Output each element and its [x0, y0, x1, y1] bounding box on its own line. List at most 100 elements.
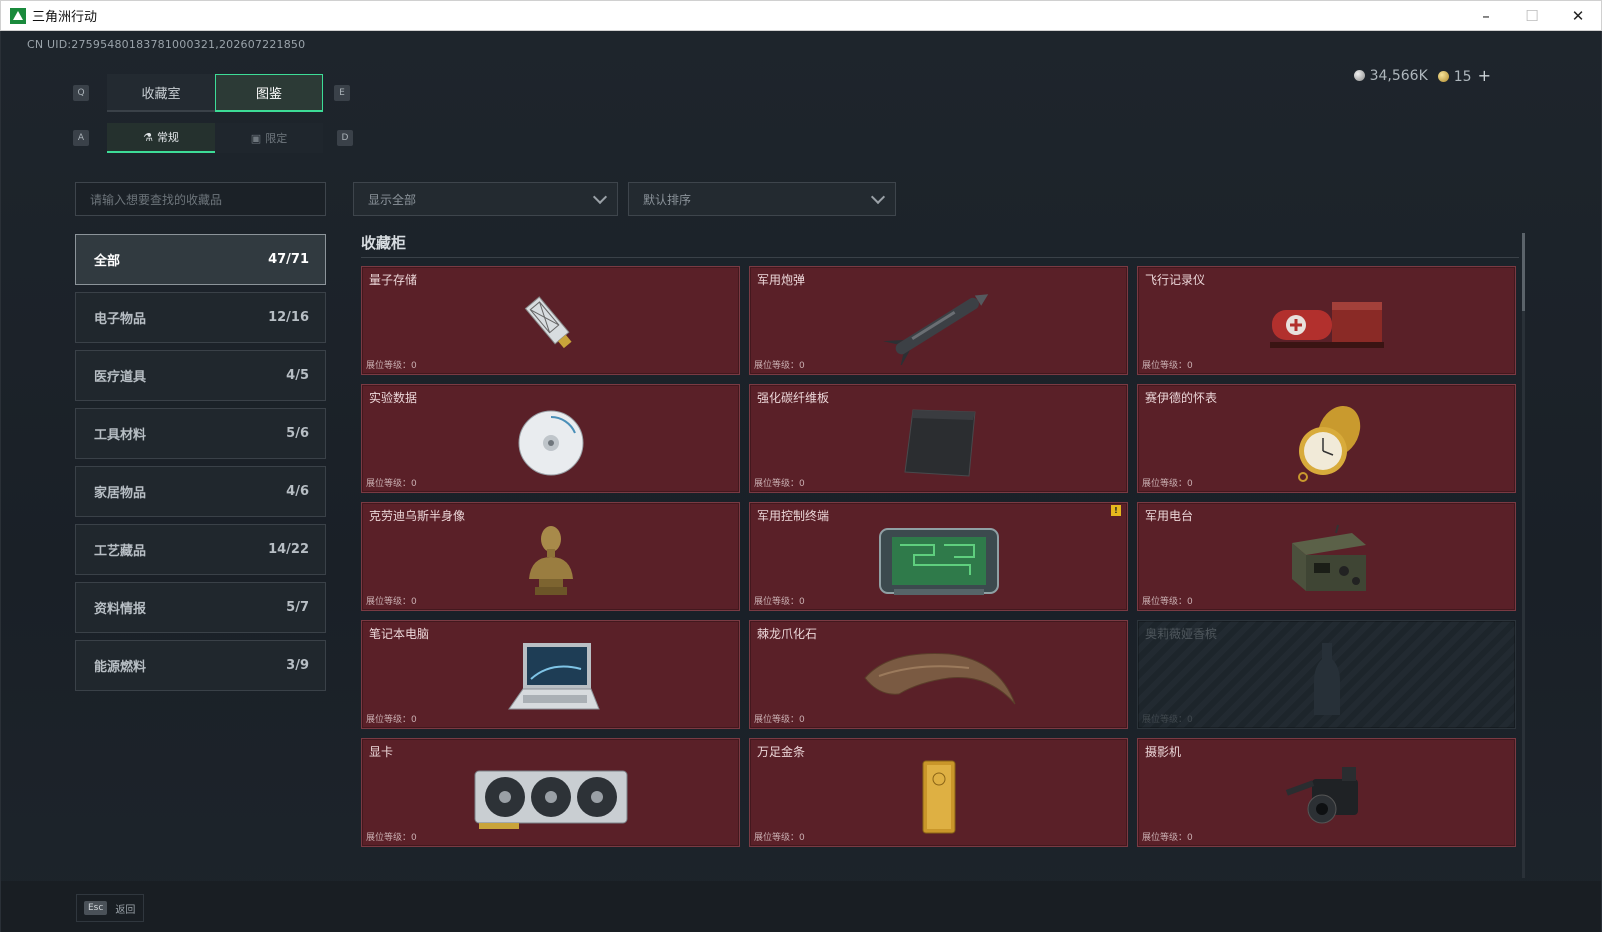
- window-titlebar: 三角洲行动 – ☐ ✕: [0, 0, 1602, 31]
- chevron-down-icon: [592, 189, 608, 204]
- card-level: 展位等级：0: [366, 597, 417, 607]
- category-medical[interactable]: 医疗道具 4/5: [75, 350, 326, 401]
- category-intel[interactable]: 资料情报 5/7: [75, 582, 326, 633]
- collection-card[interactable]: 军用炮弹 展位等级：0: [749, 266, 1128, 375]
- image-icon: ▣: [250, 131, 262, 145]
- section-divider: [361, 257, 1519, 258]
- currency-panel: 34,566K 15 +: [1353, 66, 1491, 85]
- filter-dropdown-value: 显示全部: [368, 192, 417, 207]
- category-household[interactable]: 家居物品 4/6: [75, 466, 326, 517]
- carbon-plate-icon: [903, 409, 976, 477]
- collection-card[interactable]: 棘龙爪化石 展位等级：0: [749, 620, 1128, 729]
- sort-dropdown-value: 默认排序: [643, 192, 692, 207]
- category-count: 3/9: [286, 658, 309, 673]
- card-name: 克劳迪乌斯半身像: [369, 509, 466, 523]
- card-name: 棘龙爪化石: [757, 627, 818, 641]
- category-label: 资料情报: [94, 602, 147, 617]
- collection-card[interactable]: 万足金条 展位等级：0: [749, 738, 1128, 847]
- category-count: 47/71: [268, 252, 309, 267]
- category-label: 电子物品: [94, 312, 147, 327]
- silver-currency: 34,566K: [1353, 67, 1428, 84]
- card-name: 摄影机: [1145, 745, 1182, 759]
- flask-icon: ⚗: [143, 130, 153, 144]
- category-label: 工具材料: [94, 428, 147, 443]
- flight-recorder-icon: [1269, 301, 1384, 348]
- collection-card[interactable]: 量子存储 展位等级：0: [361, 266, 740, 375]
- category-label: 能源燃料: [94, 660, 147, 675]
- category-label: 家居物品: [94, 486, 147, 501]
- search-input[interactable]: 请输入想要查找的收藏品: [75, 182, 326, 216]
- laptop-icon: [507, 642, 600, 710]
- radio-icon: [1291, 524, 1366, 591]
- add-currency-button[interactable]: +: [1478, 66, 1491, 85]
- card-name: 强化碳纤维板: [757, 391, 830, 405]
- card-level: 展位等级：0: [366, 833, 417, 843]
- collection-card-locked[interactable]: 奥莉薇娅香槟 展位等级：0: [1137, 620, 1516, 729]
- collection-card[interactable]: 强化碳纤维板 展位等级：0: [749, 384, 1128, 493]
- tab-limited[interactable]: ▣ 限定: [215, 123, 323, 153]
- collection-grid-viewport: 量子存储 展位等级：0 军用炮弹 展位等级：0 飞行记录仪 展位等级：0 实验数…: [361, 266, 1521, 880]
- card-name: 万足金条: [757, 745, 806, 759]
- sort-dropdown[interactable]: 默认排序: [628, 182, 896, 216]
- collection-card[interactable]: 军用控制终端 ! 展位等级：0: [749, 502, 1128, 611]
- card-name: 笔记本电脑: [369, 627, 430, 641]
- section-title: 收藏柜: [361, 234, 407, 252]
- category-count: 4/6: [286, 484, 309, 499]
- player-uid: CN UID:27595480183781000321,202607221850: [27, 38, 306, 51]
- category-all[interactable]: 全部 47/71: [75, 234, 326, 285]
- tab-collection-room[interactable]: 收藏室: [107, 74, 215, 112]
- chevron-down-icon: [870, 189, 886, 204]
- pocket-watch-icon: [1297, 405, 1360, 482]
- control-terminal-icon: [878, 527, 999, 595]
- close-button[interactable]: ✕: [1555, 1, 1601, 31]
- card-name: 军用电台: [1145, 509, 1194, 523]
- category-list: 全部 47/71 电子物品 12/16 医疗道具 4/5 工具材料 5/6 家居物品 4/…: [75, 234, 326, 698]
- collection-card[interactable]: 克劳迪乌斯半身像 展位等级：0: [361, 502, 740, 611]
- collection-card[interactable]: 赛伊德的怀表 展位等级：0: [1137, 384, 1516, 493]
- card-level: 展位等级：0: [1142, 361, 1193, 371]
- tab-limited-label: 限定: [265, 132, 288, 145]
- card-level: 展位等级：0: [754, 361, 805, 371]
- category-tools[interactable]: 工具材料 5/6: [75, 408, 326, 459]
- card-level: 展位等级：0: [1142, 715, 1193, 725]
- category-label: 工艺藏品: [94, 544, 147, 559]
- camera-icon: [1285, 766, 1358, 824]
- collection-card[interactable]: 显卡 展位等级：0: [361, 738, 740, 847]
- card-level: 展位等级：0: [1142, 479, 1193, 489]
- category-count: 14/22: [268, 542, 309, 557]
- back-label: 返回: [115, 904, 136, 916]
- grid-scrollbar[interactable]: [1522, 233, 1525, 878]
- champagne-icon: [1313, 642, 1340, 715]
- minimize-button[interactable]: –: [1463, 1, 1509, 31]
- card-level: 展位等级：0: [366, 479, 417, 489]
- silver-amount: 34,566K: [1369, 67, 1428, 84]
- card-name: 实验数据: [369, 391, 418, 405]
- maximize-button[interactable]: ☐: [1509, 1, 1555, 31]
- window-controls: – ☐ ✕: [1463, 1, 1601, 31]
- category-energy[interactable]: 能源燃料 3/9: [75, 640, 326, 691]
- card-level: 展位等级：0: [754, 715, 805, 725]
- card-name: 显卡: [369, 745, 394, 759]
- filter-dropdown[interactable]: 显示全部: [353, 182, 618, 216]
- card-level: 展位等级：0: [1142, 833, 1193, 843]
- category-label: 全部: [94, 254, 121, 269]
- window-title: 三角洲行动: [32, 10, 98, 25]
- card-name: 赛伊德的怀表: [1145, 391, 1218, 405]
- collection-card[interactable]: 摄影机 展位等级：0: [1137, 738, 1516, 847]
- collection-card[interactable]: 军用电台 展位等级：0: [1137, 502, 1516, 611]
- category-count: 5/6: [286, 426, 309, 441]
- card-name: 量子存储: [369, 273, 418, 287]
- alert-icon: !: [1111, 505, 1121, 516]
- tab-codex[interactable]: 图鉴: [215, 74, 323, 112]
- collection-card[interactable]: 笔记本电脑 展位等级：0: [361, 620, 740, 729]
- footer-bar: Esc 返回: [1, 881, 1601, 932]
- category-crafts[interactable]: 工艺藏品 14/22: [75, 524, 326, 575]
- category-electronics[interactable]: 电子物品 12/16: [75, 292, 326, 343]
- game-viewport: CN UID:27595480183781000321,202607221850…: [0, 31, 1602, 932]
- silver-coin-icon: [1353, 69, 1365, 81]
- scrollbar-thumb[interactable]: [1522, 233, 1525, 311]
- back-button[interactable]: Esc 返回: [76, 894, 144, 922]
- tab-regular[interactable]: ⚗ 常规: [107, 123, 215, 153]
- collection-card[interactable]: 飞行记录仪 展位等级：0: [1137, 266, 1516, 375]
- collection-card[interactable]: 实验数据 展位等级：0: [361, 384, 740, 493]
